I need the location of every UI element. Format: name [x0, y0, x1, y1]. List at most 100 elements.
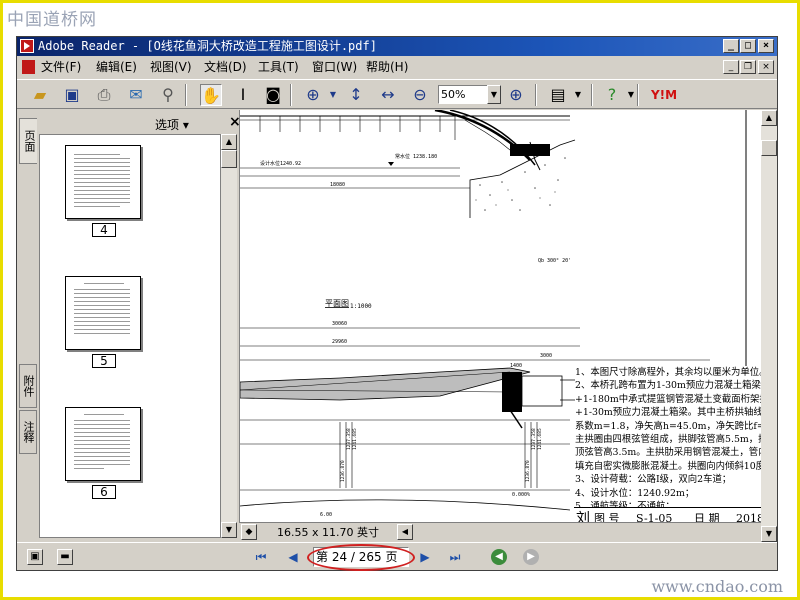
email-icon[interactable]: ✉: [125, 84, 147, 106]
hand-tool-icon[interactable]: ✋: [200, 84, 222, 106]
horizontal-scrollbar[interactable]: ◆ 16.55 x 11.70 英寸 ◀: [239, 522, 761, 542]
menu-bar: 文件(F) 编辑(E) 视图(V) 文档(D) 工具(T) 窗口(W) 帮助(H…: [17, 57, 777, 77]
note-line: 顶弦管高3.5m。主拱肋采用钢管混凝土，管内: [575, 447, 761, 459]
plan-view-title: 平面图: [325, 299, 349, 308]
note-line: 3、设计荷载：公路I级，双向2车道；: [575, 474, 732, 486]
water-level-label: 常水位 1238.180: [395, 153, 437, 160]
slope-label: 0.000%: [512, 492, 530, 498]
menu-help[interactable]: 帮助(H): [366, 57, 408, 77]
page-size-readout: 16.55 x 11.70 英寸: [277, 526, 379, 539]
dim-30060-label: 30060: [332, 321, 347, 327]
layout-dropdown-icon[interactable]: ▼: [567, 84, 589, 106]
menu-edit[interactable]: 编辑(E): [96, 57, 137, 77]
thumbnail-scrollbar[interactable]: ▲ ▼: [221, 134, 237, 538]
grade-label: Qb 300° 20': [538, 258, 571, 264]
fit-height-icon[interactable]: ↕: [345, 84, 367, 106]
menu-document[interactable]: 文档(D): [204, 57, 247, 77]
dim-29960-label: 29960: [332, 339, 347, 345]
status-bar: ▣ ▬ ⏮ ◀ 第 24 / 265 页 ▶ ⏭ ◀ ▶: [17, 542, 777, 571]
page-layout-icon[interactable]: ▤: [547, 84, 569, 106]
zoom-tool-dropdown-icon[interactable]: ▼: [322, 84, 344, 106]
scroll-left-icon[interactable]: ◀: [397, 524, 413, 540]
page-thumbnail-4[interactable]: [65, 145, 141, 219]
open-folder-icon[interactable]: ▰: [29, 84, 51, 106]
dim-bottom-label: 6.00: [320, 512, 332, 518]
drawing-no-value: S-1-05: [636, 512, 673, 522]
go-forward-icon[interactable]: ▶: [523, 549, 539, 565]
scroll-thumb[interactable]: [221, 150, 237, 168]
fit-width-icon[interactable]: ↔: [377, 84, 399, 106]
page-thumbnail-6[interactable]: [65, 407, 141, 481]
snapshot-camera-icon[interactable]: ◙: [262, 84, 284, 106]
doc-close-button[interactable]: ×: [758, 60, 774, 74]
scroll-up-icon[interactable]: ▲: [761, 110, 777, 126]
thumbnail-label: 6: [92, 485, 116, 499]
note-line: 填充自密实微膨胀混凝土。拱圈向内倾斜10度。: [575, 460, 761, 472]
menu-window[interactable]: 窗口(W): [312, 57, 357, 77]
scroll-up-icon[interactable]: ▲: [221, 134, 237, 150]
tab-attachments[interactable]: 附件: [19, 364, 37, 408]
toolbar-separator: [290, 84, 292, 106]
print-icon[interactable]: ⎙: [93, 84, 115, 106]
date-value: 2018.06: [736, 512, 761, 522]
page-thumbnail-5[interactable]: [65, 276, 141, 350]
scroll-down-icon[interactable]: ▼: [761, 526, 777, 542]
yahoo-logo-icon[interactable]: Y!M: [647, 84, 681, 106]
design-elev-label: 设计水位1240.92: [260, 160, 301, 167]
tab-comments[interactable]: 注释: [19, 410, 37, 454]
minimize-button[interactable]: _: [723, 39, 739, 53]
elev-label: 1241.685: [352, 428, 358, 450]
first-page-icon[interactable]: ⏮: [253, 549, 269, 565]
last-page-icon[interactable]: ⏭: [447, 549, 463, 565]
menu-tools[interactable]: 工具(T): [258, 57, 299, 77]
menu-file[interactable]: 文件(F): [41, 57, 81, 77]
adobe-reader-icon: [20, 39, 34, 53]
document-view[interactable]: 设计水位1240.92 常水位 1238.180 18080 Qb 300° 2…: [239, 110, 761, 522]
watermark-bottom: www.cndao.com: [651, 577, 783, 596]
highlight-circle: [307, 544, 415, 571]
scroll-thumb[interactable]: [761, 140, 777, 156]
document-scrollbar[interactable]: ▲ ▼: [761, 110, 777, 542]
date-label: 日 期: [694, 512, 720, 522]
thumbnail-label: 4: [92, 223, 116, 237]
elev-label: 1236.870: [525, 460, 531, 482]
menu-view[interactable]: 视图(V): [150, 57, 192, 77]
plan-view-scale: 1:1000: [350, 303, 372, 310]
maximize-button[interactable]: □: [740, 39, 756, 53]
go-back-icon[interactable]: ◀: [491, 549, 507, 565]
note-line: 2、本桥孔跨布置为1-30m预应力混凝土箱梁: [575, 380, 761, 392]
toggle-icon[interactable]: ▬: [57, 549, 73, 565]
zoom-in-tool-icon[interactable]: ⊕: [302, 84, 324, 106]
thumbnail-label: 5: [92, 354, 116, 368]
pages-panel: 页面 附件 注释 选项 ▾ × 4 5 6 ▲ ▼: [17, 110, 241, 542]
design-notes: 1、本图尺寸除高程外，其余均以厘米为单位。 2、本桥孔跨布置为1-30m预应力混…: [575, 366, 761, 516]
signature: 刘: [576, 511, 590, 522]
zoom-dropdown-icon[interactable]: ▼: [487, 85, 501, 104]
search-binoculars-icon[interactable]: ⚲: [157, 84, 179, 106]
document-icon[interactable]: [22, 60, 35, 74]
previous-page-icon[interactable]: ◀: [285, 549, 301, 565]
select-text-icon[interactable]: Ⅰ: [232, 84, 254, 106]
toolbar-separator: [185, 84, 187, 106]
close-button[interactable]: ×: [758, 39, 774, 53]
watermark-top: 中国道桥网: [7, 10, 97, 30]
zoom-out-icon[interactable]: ⊖: [409, 84, 431, 106]
elev-label: 1237.358: [531, 428, 537, 450]
zoom-level-input[interactable]: 50%: [438, 85, 488, 104]
next-page-icon[interactable]: ▶: [417, 549, 433, 565]
save-icon[interactable]: ▣: [61, 84, 83, 106]
zoom-in-icon[interactable]: ⊕: [505, 84, 527, 106]
options-menu[interactable]: 选项 ▾: [155, 116, 189, 133]
screenshot-frame: 中国道桥网 Adobe Reader - [O线花鱼洞大桥改造工程施工图设计.p…: [0, 0, 800, 600]
scroll-down-icon[interactable]: ▼: [221, 522, 237, 538]
dim-main-label: 18080: [330, 182, 345, 188]
split-handle-icon[interactable]: ◆: [241, 524, 257, 540]
thumbnail-list: 4 5 6: [39, 134, 221, 538]
note-line: +1-180m中承式提篮钢管混凝土变截面桁架拱: [575, 393, 761, 405]
doc-minimize-button[interactable]: _: [723, 60, 739, 74]
tab-pages[interactable]: 页面: [19, 118, 37, 164]
elev-label: 1237.358: [346, 428, 352, 450]
dim-3000-label: 3000: [540, 353, 552, 359]
doc-restore-button[interactable]: ❐: [740, 60, 756, 74]
screen-icon[interactable]: ▣: [27, 549, 43, 565]
